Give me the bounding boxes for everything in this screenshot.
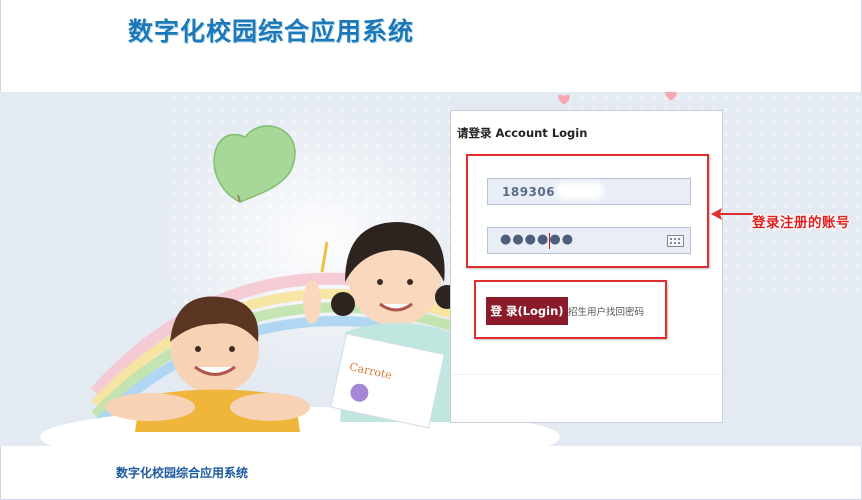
arrow-left-icon — [711, 208, 753, 220]
site-title: 数字化校园综合应用系统 — [128, 17, 415, 46]
page-footer: 数字化校园综合应用系统 — [0, 446, 862, 500]
credentials-highlight-box — [466, 154, 709, 268]
login-highlight-box — [474, 280, 667, 339]
login-panel-title: 请登录 Account Login — [457, 126, 588, 140]
annotation-callout: 登录注册的账号 — [752, 215, 850, 231]
panel-divider — [451, 374, 722, 375]
hero-banner: Carrote — [0, 92, 862, 446]
children-illustration: Carrote — [0, 92, 862, 446]
page-header: 数字化校园综合应用系统 — [0, 0, 862, 92]
footer-title: 数字化校园综合应用系统 — [116, 466, 249, 480]
